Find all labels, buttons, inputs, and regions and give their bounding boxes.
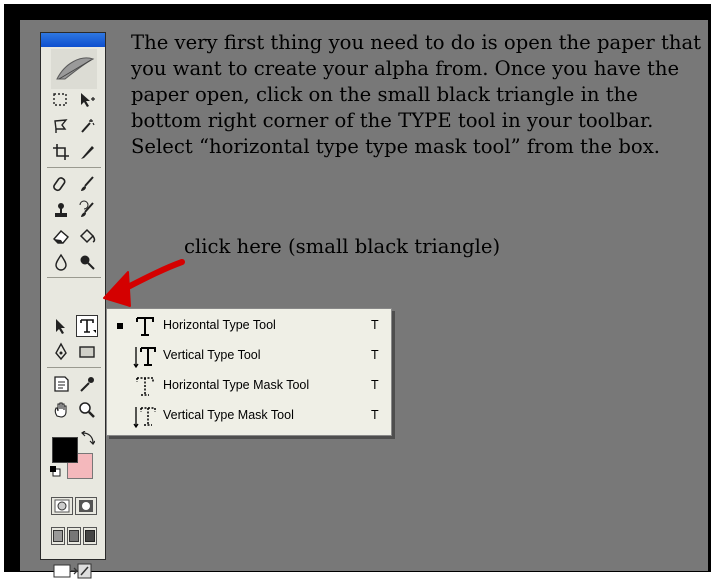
instruction-text: The very first thing you need to do is o… — [131, 31, 701, 158]
hand-icon[interactable] — [50, 399, 72, 421]
horizontal-type-icon — [136, 317, 154, 336]
quick-mask-icon — [79, 500, 93, 512]
marquee-icon[interactable] — [50, 89, 72, 111]
annotation-label: click here (small black triangle) — [184, 235, 501, 258]
vertical-type-mask-icon — [133, 407, 156, 428]
menu-item-label: Horizontal Type Tool — [163, 318, 276, 332]
vertical-type-icon — [133, 347, 156, 368]
toolbox-panel — [40, 32, 106, 579]
menu-item-label: Vertical Type Tool — [163, 348, 261, 362]
menu-item-shortcut: T — [371, 408, 379, 422]
pen-icon[interactable] — [50, 341, 72, 363]
rectangle-shape-icon[interactable] — [76, 341, 98, 363]
menu-item-shortcut: T — [371, 378, 379, 392]
standard-mode-button[interactable] — [51, 497, 73, 515]
healing-brush-icon[interactable] — [50, 173, 72, 195]
toolbox-divider — [47, 367, 101, 368]
menu-item-horizontal-type-mask-tool[interactable]: Horizontal Type Mask Tool T — [107, 371, 391, 401]
toolbox-divider — [47, 167, 101, 168]
jump-to-imageready-icon[interactable] — [53, 561, 93, 581]
menu-item-vertical-type-mask-tool[interactable]: Vertical Type Mask Tool T — [107, 401, 391, 431]
notes-icon[interactable] — [50, 373, 72, 395]
eraser-icon[interactable] — [50, 225, 72, 247]
menu-item-horizontal-type-tool[interactable]: Horizontal Type Tool T — [107, 311, 391, 341]
brush-icon[interactable] — [76, 173, 98, 195]
full-screen-icon — [85, 530, 95, 542]
type-tool-flyout-menu: Horizontal Type Tool T Vertical Type Too… — [106, 308, 392, 436]
slice-icon[interactable] — [76, 141, 98, 163]
full-screen-mode-button[interactable] — [83, 527, 97, 545]
menu-item-vertical-type-tool[interactable]: Vertical Type Tool T — [107, 341, 391, 371]
toolbox-titlebar[interactable] — [41, 33, 105, 47]
zoom-icon[interactable] — [76, 399, 98, 421]
swap-colors-icon[interactable] — [81, 431, 95, 445]
standard-screen-icon — [53, 530, 63, 542]
full-screen-menu-icon — [69, 530, 79, 542]
clone-stamp-icon[interactable] — [50, 199, 72, 221]
foreground-color-swatch[interactable] — [52, 437, 78, 463]
path-selection-icon[interactable] — [50, 315, 72, 337]
standard-screen-mode-button[interactable] — [51, 527, 65, 545]
paint-bucket-icon[interactable] — [76, 225, 98, 247]
dodge-icon[interactable] — [76, 251, 98, 273]
history-brush-icon[interactable] — [76, 199, 98, 221]
menu-item-shortcut: T — [371, 318, 379, 332]
menu-item-label: Vertical Type Mask Tool — [163, 408, 294, 422]
full-screen-menu-mode-button[interactable] — [67, 527, 81, 545]
standard-mode-icon — [54, 499, 70, 513]
eyedropper-icon[interactable] — [76, 373, 98, 395]
menu-item-label: Horizontal Type Mask Tool — [163, 378, 310, 392]
blur-icon[interactable] — [50, 251, 72, 273]
default-colors-icon[interactable] — [49, 465, 61, 477]
lasso-icon[interactable] — [50, 115, 72, 137]
move-icon[interactable] — [76, 89, 98, 111]
feather-logo-icon[interactable] — [51, 49, 97, 89]
crop-icon[interactable] — [50, 141, 72, 163]
selected-bullet-icon — [117, 323, 123, 329]
magic-wand-icon[interactable] — [76, 115, 98, 137]
horizontal-type-mask-icon — [136, 377, 154, 396]
type-icon[interactable] — [76, 315, 98, 337]
menu-item-shortcut: T — [371, 348, 379, 362]
quick-mask-mode-button[interactable] — [75, 497, 97, 515]
toolbox-divider — [47, 277, 101, 278]
